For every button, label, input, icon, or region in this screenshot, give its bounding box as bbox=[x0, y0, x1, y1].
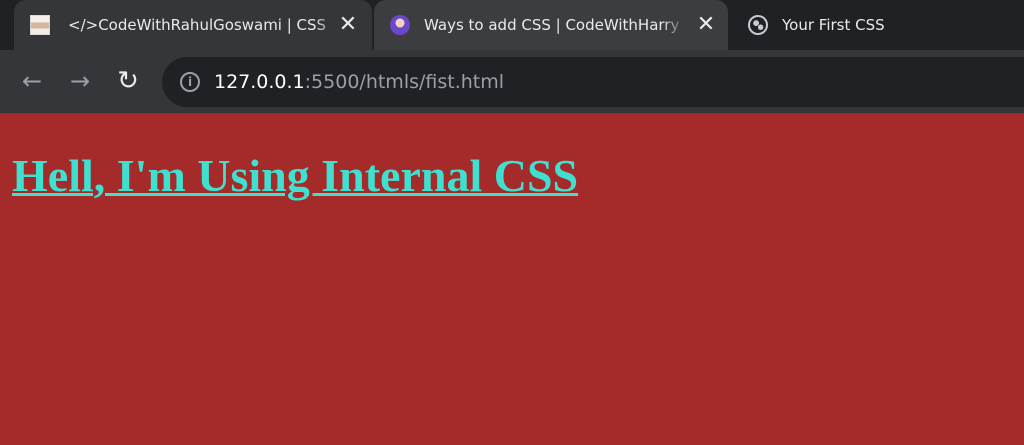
back-button[interactable]: ← bbox=[16, 65, 48, 97]
browser-window: </>CodeWithRahulGoswami | CSS ✕ Ways to … bbox=[0, 0, 1024, 445]
arrow-left-icon: ← bbox=[21, 67, 43, 95]
tab-your-first-css[interactable]: Your First CSS bbox=[730, 0, 1024, 50]
tab-title: Your First CSS bbox=[782, 16, 885, 34]
page-heading: Hell, I'm Using Internal CSS bbox=[12, 150, 579, 201]
url-path: :5500/htmls/fist.html bbox=[304, 71, 505, 93]
url-host: 127.0.0.1 bbox=[214, 71, 305, 93]
close-icon[interactable]: ✕ bbox=[336, 13, 360, 37]
browser-toolbar: ← → ↻ i 127.0.0.1:5500/htmls/fist.html bbox=[0, 50, 1024, 114]
globe-icon bbox=[748, 15, 768, 35]
reload-icon: ↻ bbox=[117, 66, 139, 96]
tab-strip: </>CodeWithRahulGoswami | CSS ✕ Ways to … bbox=[0, 0, 1024, 50]
web-page-content: Hell, I'm Using Internal CSS bbox=[0, 115, 1024, 445]
reload-button[interactable]: ↻ bbox=[112, 65, 144, 97]
avatar-icon bbox=[30, 15, 50, 35]
info-icon[interactable]: i bbox=[180, 72, 200, 92]
avatar-icon bbox=[390, 15, 410, 35]
forward-button[interactable]: → bbox=[64, 65, 96, 97]
address-url[interactable]: 127.0.0.1:5500/htmls/fist.html bbox=[214, 69, 504, 95]
tab-title: Ways to add CSS | CodeWithHarry bbox=[424, 16, 680, 34]
tab-ways-to-add-css[interactable]: Ways to add CSS | CodeWithHarry ✕ bbox=[374, 0, 728, 50]
tab-title: </>CodeWithRahulGoswami | CSS bbox=[68, 16, 327, 34]
close-icon[interactable]: ✕ bbox=[694, 13, 718, 37]
tab-codewithrahulgoswami[interactable]: </>CodeWithRahulGoswami | CSS ✕ bbox=[14, 0, 372, 50]
address-bar[interactable]: i 127.0.0.1:5500/htmls/fist.html bbox=[162, 57, 1024, 107]
arrow-right-icon: → bbox=[69, 67, 91, 95]
